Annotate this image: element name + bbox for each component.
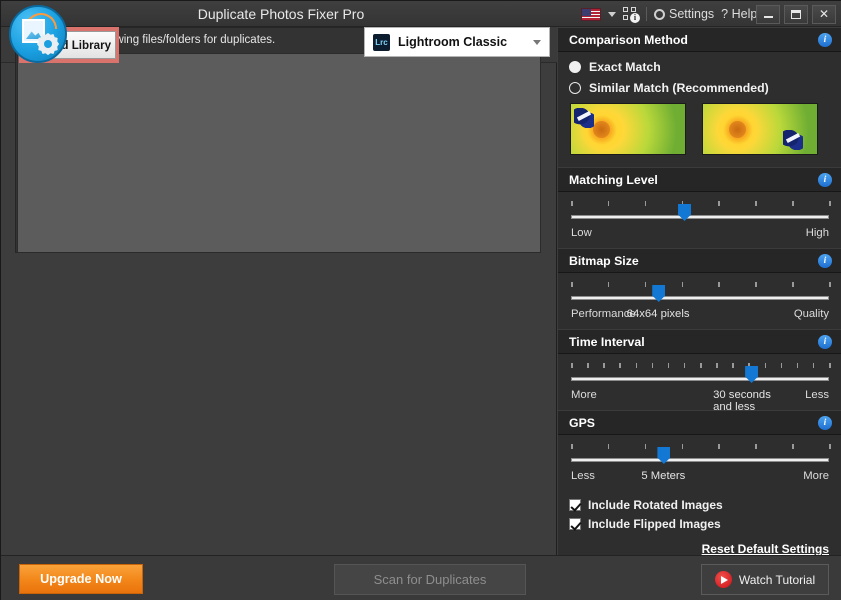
comparison-thumbnails <box>570 103 831 155</box>
include-flipped-label: Include Flipped Images <box>588 517 721 531</box>
bottom-bar: Upgrade Now Scan for Duplicates Watch Tu… <box>1 555 841 600</box>
bitmap-size-ticks <box>571 282 831 289</box>
include-rotated-row[interactable]: Include Rotated Images <box>569 498 831 512</box>
section-header-comparison-method: Comparison Method i <box>558 27 841 52</box>
library-select-value: Lightroom Classic <box>398 35 508 49</box>
gps-low-label: Less <box>571 470 595 482</box>
app-logo <box>9 5 67 63</box>
settings-button[interactable]: Settings <box>654 7 714 21</box>
scan-for-duplicates-button[interactable]: Scan for Duplicates <box>334 564 526 595</box>
time-interval-legend: More 30 seconds and less Less <box>569 389 831 413</box>
gps-high-label: More <box>803 470 829 482</box>
bitmap-size-track <box>571 296 829 300</box>
sunflower-thumbnail-right <box>702 103 818 155</box>
similar-match-radio <box>569 82 581 94</box>
include-flipped-checkbox <box>569 518 581 530</box>
matching-level-track <box>571 215 829 219</box>
exact-match-label: Exact Match <box>589 60 661 74</box>
gps-title: GPS <box>569 415 595 430</box>
comparison-method-body: Exact Match Similar Match (Recommended) <box>558 52 841 167</box>
time-interval-ticks <box>571 363 831 370</box>
gps-legend: Less 5 Meters More <box>569 470 831 486</box>
include-rotated-label: Include Rotated Images <box>588 498 723 512</box>
include-rotated-checkbox <box>569 499 581 511</box>
include-flipped-row[interactable]: Include Flipped Images <box>569 517 831 531</box>
bitmap-size-title: Bitmap Size <box>569 253 639 268</box>
sunflower-thumbnail-left <box>570 103 686 155</box>
watch-tutorial-label: Watch Tutorial <box>738 572 816 587</box>
matching-level-info-icon[interactable]: i <box>818 172 832 187</box>
maximize-button[interactable] <box>784 4 808 24</box>
section-header-time-interval: Time Interval i <box>558 329 841 354</box>
window-controls: ✕ <box>756 1 836 27</box>
matching-level-legend: Low High <box>569 227 831 243</box>
titlebar-right-group: i Settings ? Help <box>581 1 770 27</box>
exact-match-radio <box>569 61 581 73</box>
titlebar-divider <box>646 7 647 21</box>
time-interval-title: Time Interval <box>569 334 645 349</box>
lightroom-classic-icon: Lrc <box>373 33 390 51</box>
comparison-info-icon[interactable]: i <box>818 32 832 47</box>
matching-level-high-label: High <box>805 227 829 239</box>
title-bar: Duplicate Photos Fixer Pro i Settings ? … <box>1 1 841 27</box>
matching-level-ticks <box>571 201 831 208</box>
time-interval-high-label: Less <box>805 389 829 401</box>
reset-default-settings-link[interactable]: Reset Default Settings <box>569 536 831 556</box>
bitmap-size-slider[interactable] <box>571 285 829 305</box>
library-select[interactable]: Lrc Lightroom Classic <box>364 27 550 57</box>
radio-exact-match[interactable]: Exact Match <box>569 60 831 74</box>
matching-level-low-label: Low <box>571 227 592 239</box>
gps-track <box>571 458 829 462</box>
scan-folders-list[interactable] <box>17 53 541 253</box>
bitmap-size-high-label: Quality <box>793 308 829 320</box>
section-header-matching-level: Matching Level i <box>558 167 841 192</box>
help-label: ? Help <box>721 7 758 21</box>
qr-badge-label: i <box>630 12 640 23</box>
upgrade-now-button[interactable]: Upgrade Now <box>19 564 143 594</box>
page-title: Duplicate Photos Fixer Pro <box>197 6 365 22</box>
settings-panel: Comparison Method i Exact Match Similar … <box>558 27 841 562</box>
maximize-icon <box>791 9 801 19</box>
time-interval-value-label: 30 seconds and less <box>713 389 771 413</box>
qr-info-icon[interactable]: i <box>623 6 640 23</box>
matching-level-slider[interactable] <box>571 204 829 224</box>
comparison-method-title: Comparison Method <box>569 32 688 47</box>
time-interval-info-icon[interactable]: i <box>818 334 832 349</box>
gear-icon <box>654 8 665 20</box>
section-header-bitmap-size: Bitmap Size i <box>558 248 841 273</box>
time-interval-slider[interactable] <box>571 366 829 386</box>
matching-level-slider-block: Low High <box>558 192 841 248</box>
time-interval-slider-block: More 30 seconds and less Less <box>558 354 841 413</box>
gps-slider-block: Less 5 Meters More <box>558 435 841 491</box>
matching-level-title: Matching Level <box>569 172 658 187</box>
bitmap-size-legend: Performance 64x64 pixels Quality <box>569 308 831 324</box>
gps-ticks <box>571 444 831 451</box>
us-flag-icon[interactable] <box>581 7 601 21</box>
bitmap-size-value-label: 64x64 pixels <box>626 308 690 320</box>
language-chevron-down-icon[interactable] <box>608 11 616 17</box>
bitmap-size-slider-block: Performance 64x64 pixels Quality <box>558 273 841 329</box>
settings-label: Settings <box>669 7 715 21</box>
gps-value-label: 5 Meters <box>641 470 686 482</box>
section-header-gps: GPS i <box>558 410 841 435</box>
time-interval-low-label: More <box>571 389 597 401</box>
minimize-button[interactable] <box>756 4 780 24</box>
left-panel: Drag and drop photos here Hint: Drag pho… <box>1 27 557 555</box>
close-button[interactable]: ✕ <box>812 4 836 24</box>
bitmap-size-info-icon[interactable]: i <box>818 253 832 268</box>
watch-tutorial-button[interactable]: Watch Tutorial <box>701 564 829 595</box>
similar-match-label: Similar Match (Recommended) <box>589 81 769 95</box>
application-window: Duplicate Photos Fixer Pro i Settings ? … <box>0 0 841 600</box>
minimize-icon <box>763 16 773 18</box>
image-options: Include Rotated Images Include Flipped I… <box>558 491 841 562</box>
gps-info-icon[interactable]: i <box>818 415 832 430</box>
chevron-down-icon <box>533 39 541 45</box>
play-icon <box>714 571 732 588</box>
close-icon: ✕ <box>818 7 830 21</box>
gps-slider[interactable] <box>571 447 829 467</box>
time-interval-track <box>571 377 829 381</box>
sliders-container: Matching Level i Low High Bitmap Size i Perfor… <box>558 167 841 491</box>
radio-similar-match[interactable]: Similar Match (Recommended) <box>569 81 831 95</box>
